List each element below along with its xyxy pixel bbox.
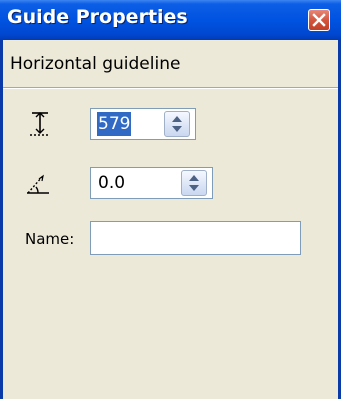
close-button[interactable] xyxy=(308,9,330,31)
position-spinbox[interactable]: 579 xyxy=(90,108,196,140)
position-value[interactable]: 579 xyxy=(97,112,132,136)
close-icon xyxy=(312,13,326,27)
properties-panel: 579 0.0 Name: xyxy=(3,88,338,399)
spin-arrows-icon xyxy=(189,175,199,191)
window-title: Guide Properties xyxy=(7,6,188,28)
guide-properties-window: Guide Properties Horizontal guideline 57… xyxy=(0,0,341,399)
position-spin-buttons[interactable] xyxy=(164,111,190,137)
guide-position-icon xyxy=(30,112,50,136)
subtitle-bar: Horizontal guideline xyxy=(3,40,338,88)
title-bar[interactable]: Guide Properties xyxy=(0,0,341,40)
angle-spin-buttons[interactable] xyxy=(181,170,207,196)
spin-arrows-icon xyxy=(172,116,182,132)
angle-value[interactable]: 0.0 xyxy=(97,171,126,195)
name-input[interactable] xyxy=(90,221,301,255)
angle-icon xyxy=(27,174,49,194)
name-label: Name: xyxy=(25,230,75,248)
guideline-type-label: Horizontal guideline xyxy=(10,54,181,74)
angle-spinbox[interactable]: 0.0 xyxy=(90,167,213,199)
